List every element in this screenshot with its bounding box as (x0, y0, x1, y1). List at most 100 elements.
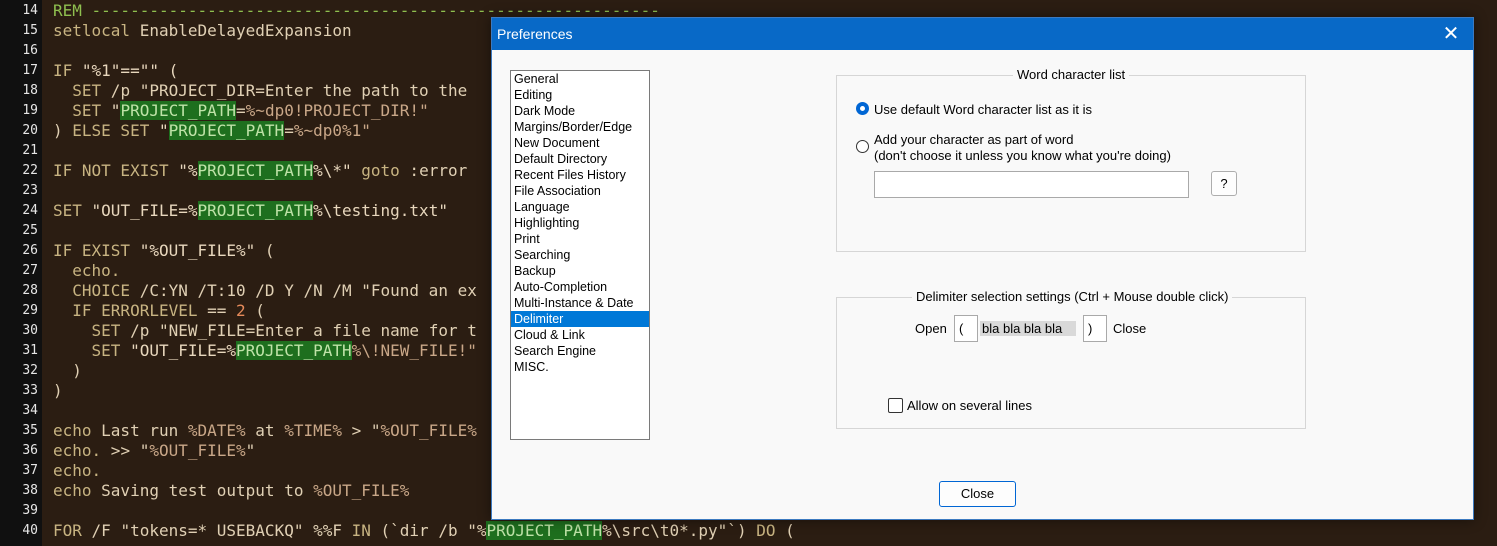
line-number: 21 (22, 143, 38, 158)
word-character-group-title: Word character list (1013, 67, 1130, 82)
code-text: IF ERRORLEVEL == 2 ( (53, 301, 265, 321)
code-token: %~dp0!PROJECT_DIR!" (245, 101, 429, 120)
custom-word-chars-input[interactable] (874, 171, 1189, 198)
code-token: EnableDelayedExpansion (130, 21, 352, 40)
code-token: ( (245, 301, 265, 320)
code-token: /p "PROJECT_DIR=Enter the path to the (101, 81, 468, 100)
code-token: SET (91, 321, 121, 340)
category-item[interactable]: Recent Files History (511, 167, 649, 183)
code-token: "OUT_FILE=% (120, 341, 237, 360)
code-token: ELSE SET (72, 121, 150, 140)
delimiter-group: Delimiter selection settings (Ctrl + Mou… (836, 289, 1306, 429)
code-token: %\!NEW_FILE!" (351, 341, 477, 360)
delimiter-preview-text: bla bla bla bla (982, 321, 1063, 336)
category-item[interactable]: Search Engine (511, 343, 649, 359)
code-token: %OUT_FILE% (380, 421, 477, 440)
code-text: CHOICE /C:YN /T:10 /D Y /N /M "Found an … (53, 281, 477, 301)
category-item[interactable]: Auto-Completion (511, 279, 649, 295)
category-item[interactable]: MISC. (511, 359, 649, 375)
code-token: %\testing.txt" (313, 201, 448, 220)
close-button[interactable]: Close (939, 481, 1016, 507)
open-delimiter-label: Open (915, 321, 947, 336)
category-item[interactable]: New Document (511, 135, 649, 151)
code-token: ( (255, 241, 275, 260)
preferences-dialog: Preferences ✕ General Editing Dark Mode Mar… (491, 17, 1474, 520)
code-token: %OUT_FILE% (313, 481, 410, 500)
line-number: 24 (22, 203, 38, 218)
word-chars-help-button[interactable]: ? (1211, 171, 1237, 196)
code-token: (`dir /b "% (370, 521, 487, 540)
default-word-list-radio[interactable] (856, 102, 869, 115)
code-token: %\*" (313, 161, 352, 180)
open-delimiter-input[interactable]: ( (954, 315, 978, 342)
custom-word-list-label[interactable]: Add your character as part of word (874, 132, 1073, 147)
close-delimiter-input[interactable]: ) (1083, 315, 1107, 342)
line-number: 29 (22, 303, 38, 318)
line-number: 33 (22, 383, 38, 398)
allow-several-lines-checkbox[interactable] (888, 398, 903, 413)
line-number: 14 (22, 3, 38, 18)
category-item[interactable]: Cloud & Link (511, 327, 649, 343)
line-number: 34 (22, 403, 38, 418)
line-number: 39 (22, 503, 38, 518)
code-token: IN (351, 521, 371, 540)
code-text: SET "PROJECT_PATH=%~dp0!PROJECT_DIR!" (53, 101, 429, 121)
custom-word-list-radio[interactable] (856, 140, 869, 153)
category-item[interactable]: Language (511, 199, 649, 215)
category-item[interactable]: Margins/Border/Edge (511, 119, 649, 135)
default-word-list-label[interactable]: Use default Word character list as it is (874, 102, 1092, 117)
category-item[interactable]: Searching (511, 247, 649, 263)
code-text: echo. >> "%OUT_FILE%" (53, 441, 255, 461)
code-text: IF NOT EXIST "%PROJECT_PATH%\*" goto :er… (53, 161, 467, 181)
close-icon[interactable]: ✕ (1429, 18, 1473, 50)
code-token: 2 (236, 301, 246, 320)
code-text: SET "OUT_FILE=%PROJECT_PATH%\!NEW_FILE!" (53, 341, 477, 361)
line-number: 37 (22, 463, 38, 478)
line-number: 32 (22, 363, 38, 378)
close-delimiter-value: ) (1088, 321, 1093, 336)
category-item[interactable]: Highlighting (511, 215, 649, 231)
category-item[interactable]: Editing (511, 87, 649, 103)
category-item[interactable]: Delimiter (511, 311, 649, 327)
category-item[interactable]: Print (511, 231, 649, 247)
code-token: = (236, 101, 246, 120)
category-item[interactable]: File Association (511, 183, 649, 199)
category-list[interactable]: General Editing Dark Mode Margins/Border/Ed… (510, 70, 650, 440)
code-token: == (197, 301, 237, 320)
code-text: ) (53, 361, 82, 381)
code-token: goto (351, 161, 400, 180)
highlighted-token: PROJECT_PATH (168, 121, 285, 140)
line-number: 30 (22, 323, 38, 338)
category-item[interactable]: Multi-Instance & Date (511, 295, 649, 311)
code-token: SET (72, 101, 102, 120)
category-item[interactable]: General (511, 71, 649, 87)
code-text: IF "%1"=="" ( (53, 61, 178, 81)
highlighted-token: PROJECT_PATH (120, 101, 237, 120)
code-token: " (245, 441, 256, 460)
dialog-titlebar[interactable]: Preferences ✕ (492, 18, 1473, 50)
code-token: SET (72, 81, 102, 100)
code-token: "%1"=="" ( (72, 61, 179, 80)
code-token: Last run (91, 421, 188, 440)
category-item[interactable]: Backup (511, 263, 649, 279)
code-token: echo. (72, 261, 121, 280)
line-number: 35 (22, 423, 38, 438)
code-token: echo. (53, 441, 102, 460)
word-character-group: Word character list Use default Word cha… (836, 67, 1306, 252)
line-number: 20 (22, 123, 38, 138)
code-token: IF (53, 61, 73, 80)
category-item[interactable]: Dark Mode (511, 103, 649, 119)
code-token: DO (756, 521, 776, 540)
line-number: 25 (22, 223, 38, 238)
category-item[interactable]: Default Directory (511, 151, 649, 167)
line-number: 28 (22, 283, 38, 298)
custom-word-list-warning: (don't choose it unless you know what yo… (874, 148, 1171, 163)
code-token: %~dp0%1" (293, 121, 371, 140)
line-number: 22 (22, 163, 38, 178)
allow-several-lines-label[interactable]: Allow on several lines (907, 398, 1032, 413)
